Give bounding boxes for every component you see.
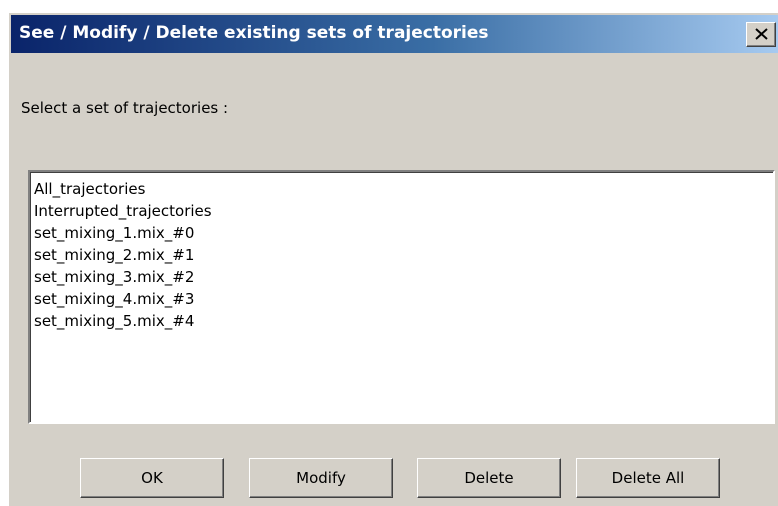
list-item[interactable]: All_trajectories — [34, 178, 773, 200]
list-item[interactable]: set_mixing_5.mix_#4 — [34, 310, 773, 332]
dialog-title: See / Modify / Delete existing sets of t… — [19, 23, 489, 43]
list-item[interactable]: set_mixing_2.mix_#1 — [34, 244, 773, 266]
dialog-window: See / Modify / Delete existing sets of t… — [8, 12, 778, 506]
select-prompt-label: Select a set of trajectories : — [21, 99, 229, 117]
list-item[interactable]: set_mixing_1.mix_#0 — [34, 222, 773, 244]
list-item[interactable]: Interrupted_trajectories — [34, 200, 773, 222]
close-icon — [755, 28, 768, 40]
ok-button[interactable]: OK — [80, 458, 224, 498]
trajectory-set-listbox[interactable]: All_trajectories Interrupted_trajectorie… — [28, 170, 775, 424]
delete-button[interactable]: Delete — [417, 458, 561, 498]
close-button[interactable] — [746, 22, 776, 47]
title-bar[interactable]: See / Modify / Delete existing sets of t… — [11, 15, 778, 53]
list-item[interactable]: set_mixing_3.mix_#2 — [34, 266, 773, 288]
modify-button[interactable]: Modify — [249, 458, 393, 498]
list-item[interactable]: set_mixing_4.mix_#3 — [34, 288, 773, 310]
delete-all-button[interactable]: Delete All — [576, 458, 720, 498]
